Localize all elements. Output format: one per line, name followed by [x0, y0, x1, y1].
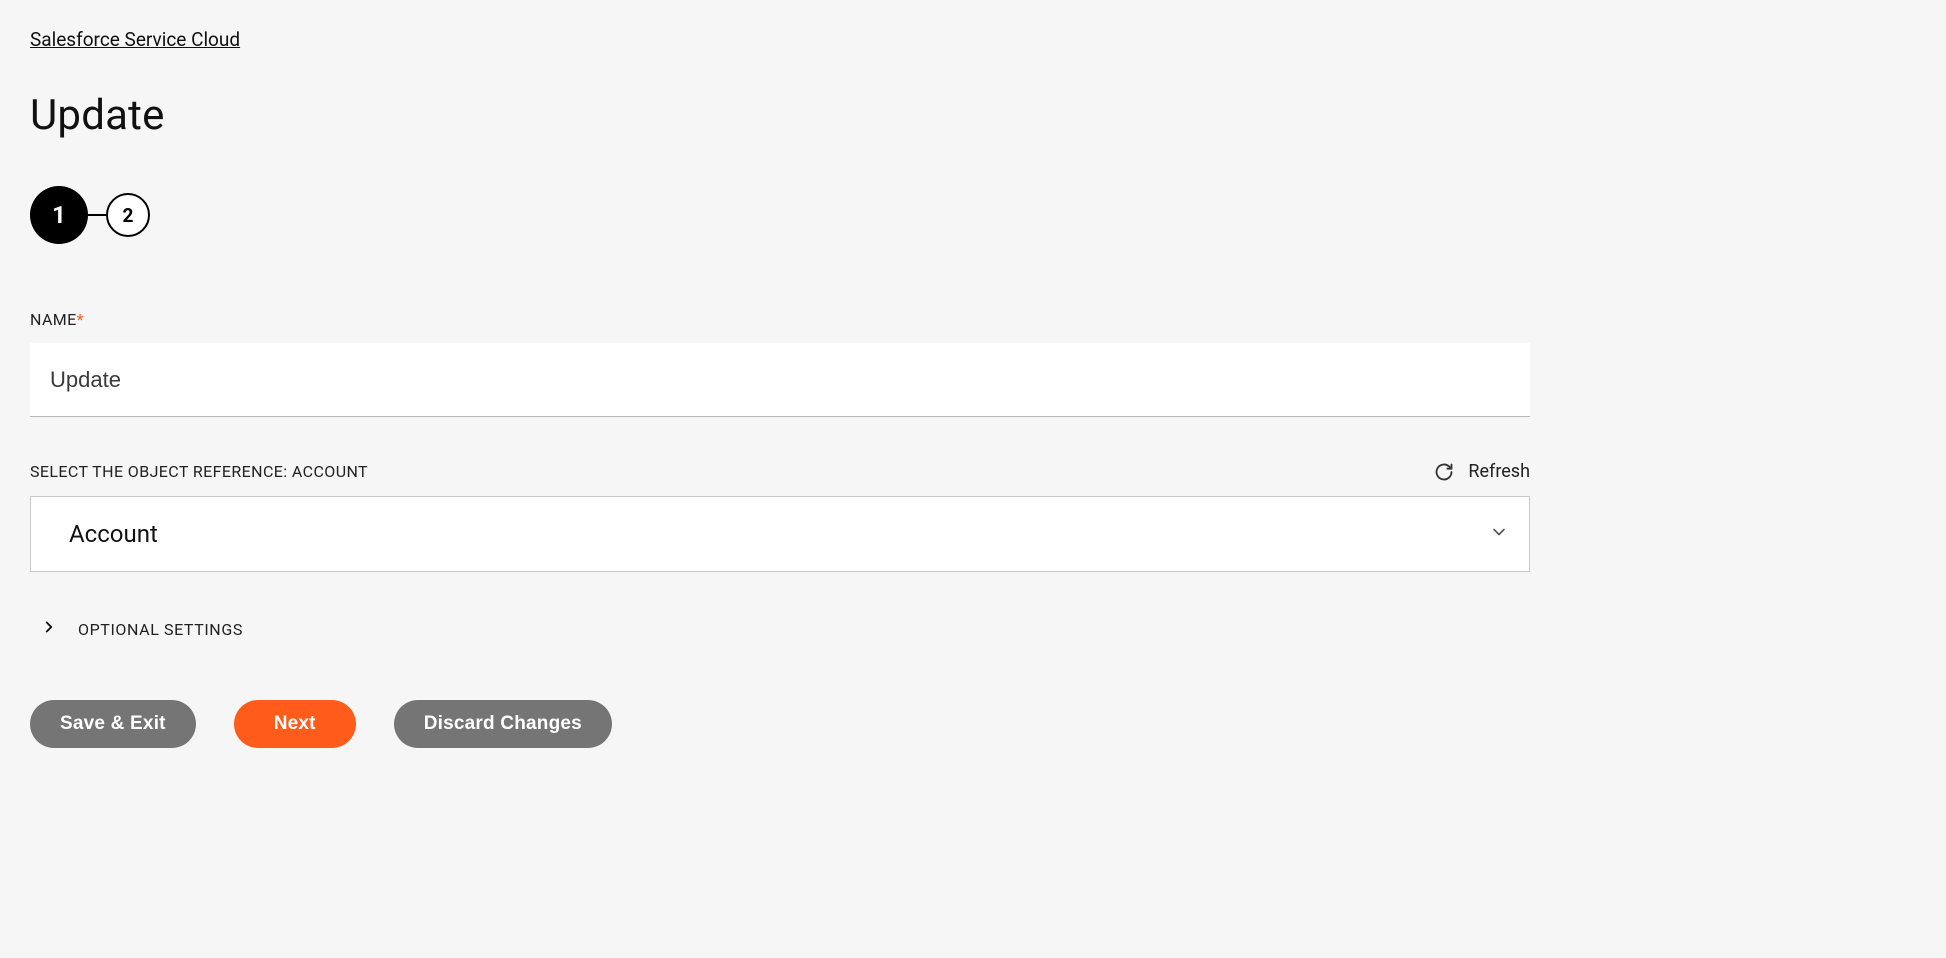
object-ref-select-wrap: Account — [30, 496, 1530, 572]
breadcrumb: Salesforce Service Cloud — [30, 28, 1530, 51]
button-row: Save & Exit Next Discard Changes — [30, 700, 1530, 748]
save-exit-button[interactable]: Save & Exit — [30, 700, 196, 748]
field-object-ref-label-row: SELECT THE OBJECT REFERENCE: ACCOUNT Ref… — [30, 461, 1530, 482]
page-container: Salesforce Service Cloud Update 1 2 NAME… — [0, 0, 1560, 776]
step-2[interactable]: 2 — [106, 193, 150, 237]
name-input[interactable] — [30, 343, 1530, 417]
stepper: 1 2 — [30, 186, 1530, 244]
field-object-ref-label: SELECT THE OBJECT REFERENCE: ACCOUNT — [30, 462, 368, 481]
field-object-ref: SELECT THE OBJECT REFERENCE: ACCOUNT Ref… — [30, 461, 1530, 572]
next-button[interactable]: Next — [234, 700, 356, 748]
field-name-label-text: NAME — [30, 310, 77, 329]
object-ref-selected-value: Account — [69, 520, 158, 548]
page-title: Update — [30, 91, 1530, 140]
optional-settings-label: OPTIONAL SETTINGS — [78, 620, 243, 639]
refresh-button[interactable]: Refresh — [1434, 461, 1530, 482]
field-name-label: NAME* — [30, 310, 84, 329]
chevron-right-icon — [40, 618, 58, 640]
chevron-down-icon — [1489, 522, 1509, 546]
breadcrumb-link[interactable]: Salesforce Service Cloud — [30, 28, 240, 51]
object-ref-select[interactable]: Account — [30, 496, 1530, 572]
required-marker: * — [77, 310, 84, 329]
field-name: NAME* — [30, 310, 1530, 417]
refresh-label: Refresh — [1468, 461, 1530, 482]
discard-changes-button[interactable]: Discard Changes — [394, 700, 612, 748]
step-1[interactable]: 1 — [30, 186, 88, 244]
refresh-icon — [1434, 462, 1454, 482]
step-connector — [88, 214, 106, 216]
optional-settings-toggle[interactable]: OPTIONAL SETTINGS — [30, 618, 1530, 640]
field-name-label-row: NAME* — [30, 310, 1530, 329]
